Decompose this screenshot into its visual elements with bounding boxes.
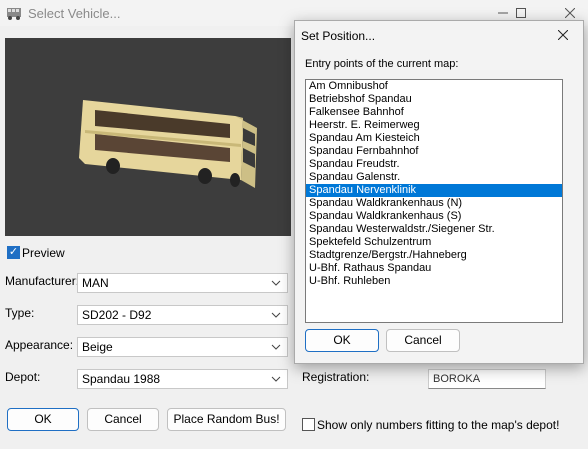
entry-points-prompt: Entry points of the current map: <box>305 58 459 70</box>
preview-label: Preview <box>22 246 65 260</box>
depot-filter-checkbox[interactable] <box>302 418 315 431</box>
bus-app-icon <box>7 8 21 20</box>
list-item[interactable]: Spektefeld Schulzentrum <box>306 236 562 249</box>
chevron-down-icon <box>271 312 281 318</box>
list-item[interactable]: Spandau Waldkrankenhaus (N) <box>306 197 562 210</box>
list-item[interactable]: Betriebshof Spandau <box>306 93 562 106</box>
dialog-cancel-button[interactable]: Cancel <box>386 329 460 352</box>
manufacturer-value: MAN <box>82 276 109 290</box>
list-item[interactable]: Spandau Galenstr. <box>306 171 562 184</box>
list-item[interactable]: Spandau Westerwaldstr./Siegener Str. <box>306 223 562 236</box>
depot-select[interactable]: Spandau 1988 <box>77 369 288 389</box>
depot-label: Depot: <box>5 370 41 384</box>
list-item[interactable]: Spandau Freudstr. <box>306 158 562 171</box>
list-item[interactable]: U-Bhf. Ruhleben <box>306 275 562 288</box>
list-item[interactable]: Spandau Nervenklinik <box>306 184 562 197</box>
chevron-down-icon <box>271 344 281 350</box>
list-item[interactable]: Stadtgrenze/Bergstr./Hahneberg <box>306 249 562 262</box>
registration-label: Registration: <box>302 370 370 384</box>
list-item[interactable]: Falkensee Bahnhof <box>306 106 562 119</box>
ok-button[interactable]: OK <box>7 408 79 431</box>
type-select[interactable]: SD202 - D92 <box>77 305 288 325</box>
preview-checkbox[interactable]: ✓ <box>7 246 20 259</box>
manufacturer-label: Manufacturer: <box>5 274 80 288</box>
chevron-down-icon <box>271 280 281 286</box>
manufacturer-select[interactable]: MAN <box>77 273 288 293</box>
type-label: Type: <box>5 306 35 320</box>
list-item[interactable]: Spandau Am Kiesteich <box>306 132 562 145</box>
dialog-title: Set Position... <box>301 29 376 43</box>
appearance-select[interactable]: Beige <box>77 337 288 357</box>
list-item[interactable]: U-Bhf. Rathaus Spandau <box>306 262 562 275</box>
place-random-bus-button[interactable]: Place Random Bus! <box>167 408 286 431</box>
window-title: Select Vehicle... <box>28 6 121 21</box>
chevron-down-icon <box>271 376 281 382</box>
list-item[interactable]: Spandau Fernbahnhof <box>306 145 562 158</box>
registration-field[interactable]: BOROKA <box>428 369 546 389</box>
close-icon <box>565 8 575 18</box>
set-position-dialog: Set Position... Entry points of the curr… <box>294 20 584 364</box>
dialog-close-button[interactable] <box>551 25 575 45</box>
close-icon <box>558 30 568 40</box>
depot-filter-label: Show only numbers fitting to the map's d… <box>317 418 560 432</box>
appearance-value: Beige <box>82 340 113 354</box>
appearance-label: Appearance: <box>5 338 74 352</box>
list-item[interactable]: Spandau Waldkrankenhaus (S) <box>306 210 562 223</box>
vehicle-preview <box>5 38 291 236</box>
dialog-ok-button[interactable]: OK <box>305 329 379 352</box>
depot-value: Spandau 1988 <box>82 372 161 386</box>
maximize-icon <box>516 8 526 18</box>
list-item[interactable]: Am Omnibushof <box>306 80 562 93</box>
cancel-button[interactable]: Cancel <box>87 408 159 431</box>
bus-preview-image <box>79 100 257 188</box>
type-value: SD202 - D92 <box>82 308 152 322</box>
entry-points-list[interactable]: Am Omnibushof Betriebshof Spandau Falkense… <box>305 79 563 323</box>
list-item[interactable]: Heerstr. E. Reimerweg <box>306 119 562 132</box>
